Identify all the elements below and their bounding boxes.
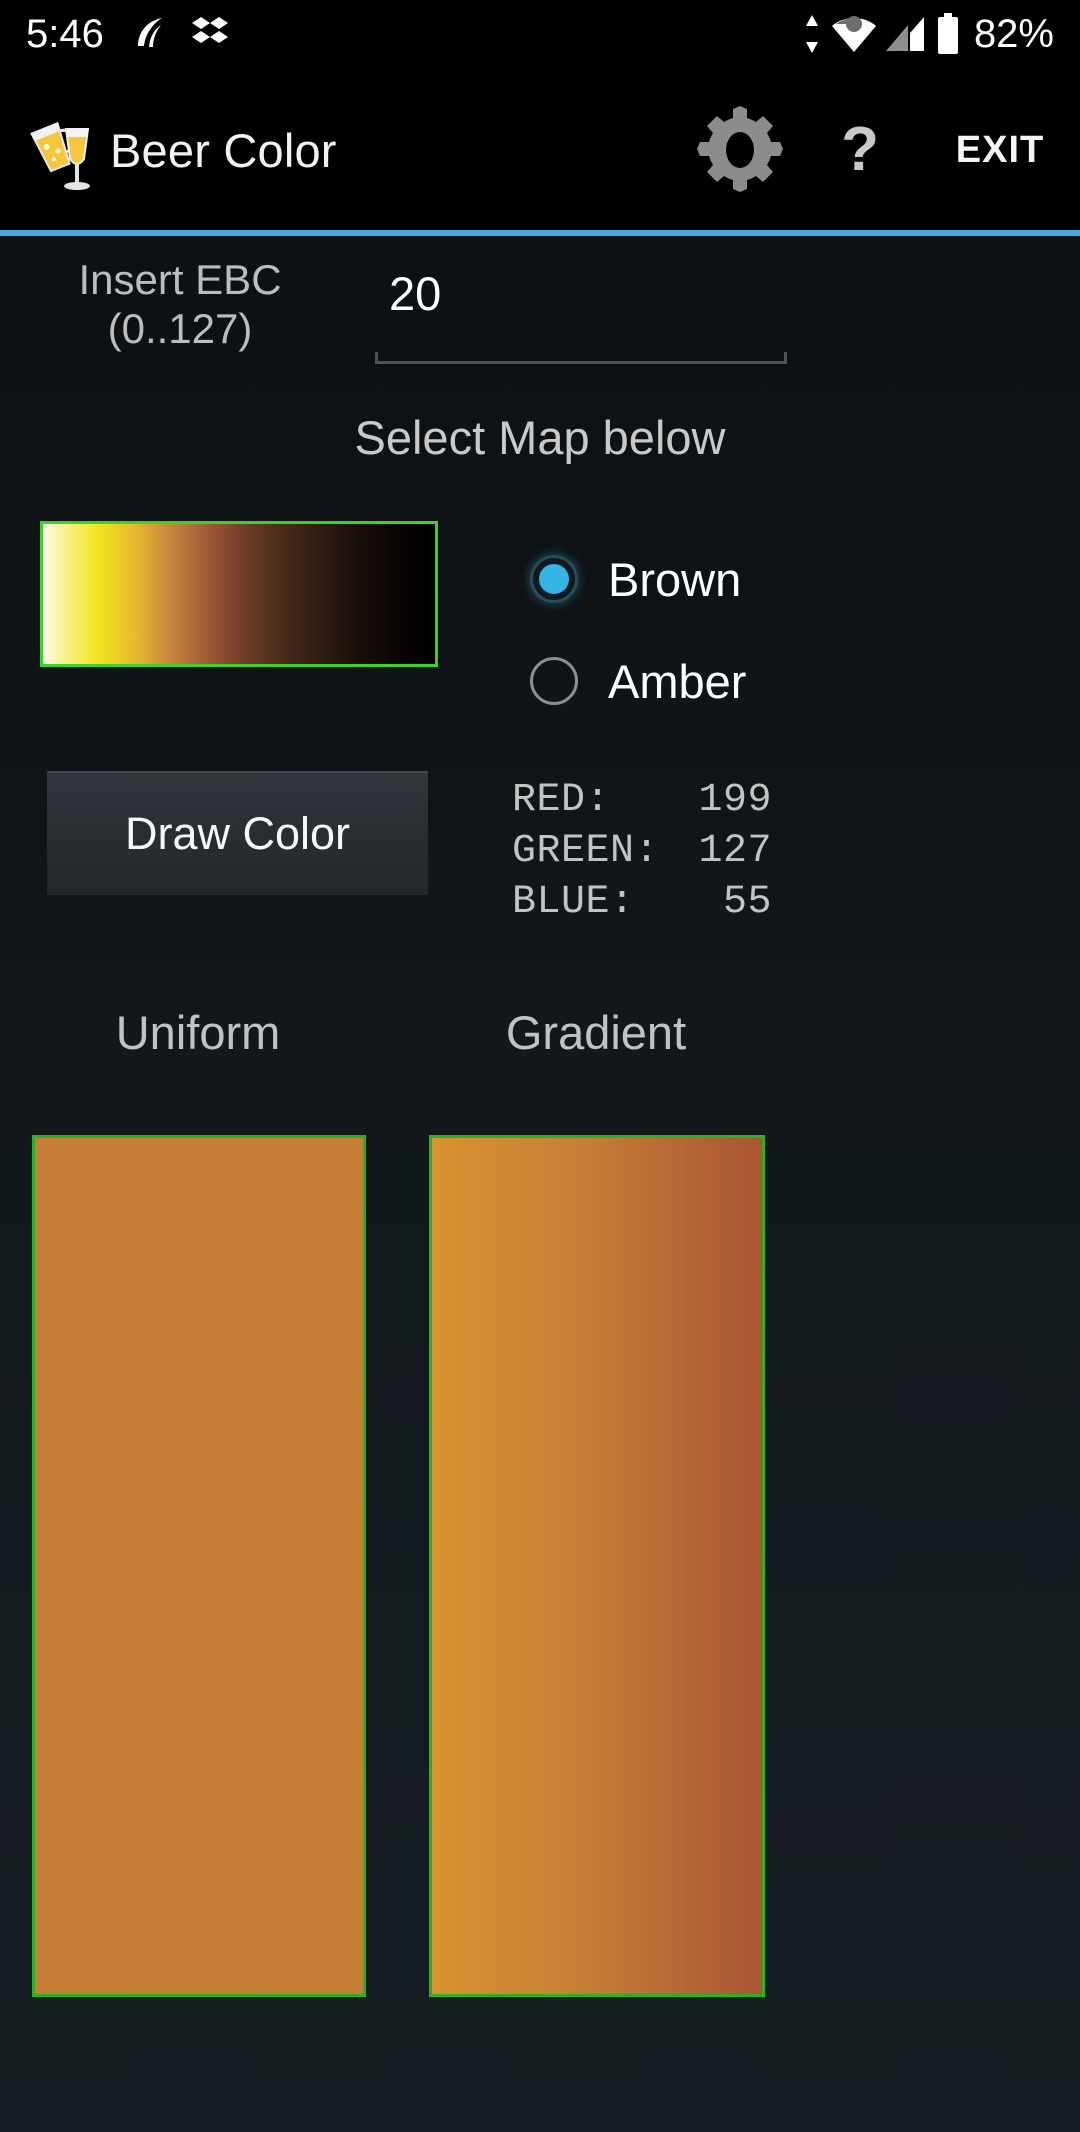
gear-icon [696, 106, 784, 194]
radio-button-brown-icon[interactable] [530, 555, 578, 603]
exit-button-label: EXIT [955, 128, 1045, 171]
radio-label-amber: Amber [608, 654, 747, 708]
select-map-heading: Select Map below [354, 411, 726, 464]
cellular-signal-icon [885, 15, 926, 53]
dropbox-icon [191, 15, 228, 53]
battery-icon [936, 13, 960, 55]
question-mark-icon: ? [841, 115, 879, 184]
radio-option-brown[interactable]: Brown [530, 540, 1000, 618]
rgb-green-value: 127 [698, 829, 772, 875]
radio-option-amber[interactable]: Amber [530, 642, 1000, 720]
radio-label-brown: Brown [608, 552, 742, 606]
rgb-blue-key: BLUE: [512, 880, 635, 926]
app-bar: Beer Color ? EXIT [0, 68, 1080, 232]
battery-percent-label: 82% [973, 11, 1054, 56]
ebc-input-underline [375, 352, 787, 364]
status-bar-clock: 5:46 [26, 12, 104, 56]
color-map-swatch[interactable] [40, 521, 438, 667]
wifi-icon [831, 14, 876, 54]
exit-button[interactable]: EXIT [920, 129, 1080, 172]
ebc-input-field[interactable]: 20 [375, 248, 787, 372]
app-screen: 5:46 82% Beer Color ? EXIT Insert EBC (0… [0, 0, 1080, 2132]
app-bar-brand: Beer Color [0, 107, 337, 193]
draw-color-button-label: Draw Color [124, 808, 351, 859]
ebc-input-label: Insert EBC (0..127) [0, 256, 360, 353]
status-bar: 5:46 82% [0, 0, 1080, 68]
rgb-blue-value: 55 [722, 880, 772, 926]
map-type-radio-group: Brown Amber [530, 540, 1000, 744]
settings-button[interactable] [680, 106, 800, 194]
ebc-input-row: Insert EBC (0..127) 20 [0, 248, 1080, 380]
rgb-row-blue: BLUE: 55 [512, 877, 772, 928]
app-title: Beer Color [110, 123, 337, 177]
ebc-label-line2: (0..127) [107, 304, 253, 352]
help-button[interactable]: ? [800, 119, 920, 181]
radio-selected-dot [539, 564, 569, 594]
rgb-row-red: RED: 199 [512, 775, 772, 826]
beer-glasses-icon [26, 107, 102, 193]
rgb-red-key: RED: [512, 778, 611, 823]
app-bar-actions: ? EXIT [680, 106, 1080, 194]
sync-arrows-icon [802, 13, 822, 55]
swiftkey-icon [130, 14, 170, 54]
gradient-panel-label: Gradient [505, 1006, 687, 1059]
ebc-label-line1: Insert EBC [78, 256, 282, 303]
radio-button-amber-icon[interactable] [530, 657, 578, 705]
status-bar-notification-icons [130, 14, 228, 54]
ebc-input-value[interactable]: 20 [375, 248, 787, 321]
status-bar-system-icons: 82% [802, 12, 1054, 57]
draw-color-button[interactable]: Draw Color [47, 771, 428, 895]
gradient-color-panel [429, 1135, 765, 1997]
app-bar-accent-divider [0, 230, 1080, 236]
rgb-readout: RED: 199 GREEN: 127 BLUE: 55 [512, 775, 772, 929]
rgb-green-key: GREEN: [512, 829, 660, 875]
uniform-panel-label: Uniform [115, 1006, 281, 1059]
uniform-color-panel [32, 1135, 366, 1997]
rgb-red-value: 199 [698, 778, 772, 823]
rgb-row-green: GREEN: 127 [512, 826, 772, 877]
